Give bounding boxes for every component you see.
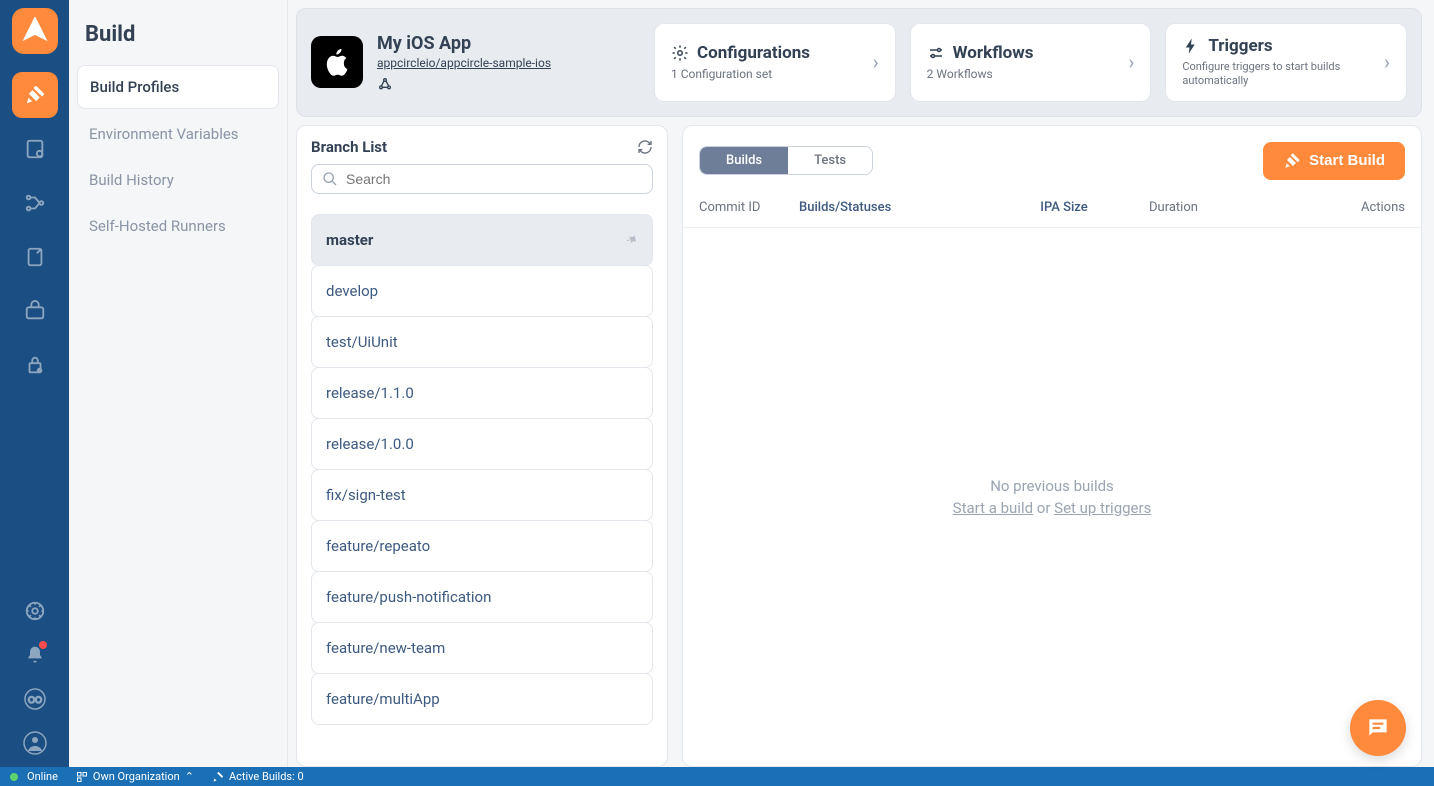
chevron-up-icon: ⌃ [185, 770, 194, 783]
sliders-icon [927, 44, 945, 62]
app-logo[interactable] [12, 8, 58, 54]
icon-rail: OO [0, 0, 69, 767]
builds-tests-toggle: Builds Tests [699, 146, 873, 175]
start-build-button[interactable]: Start Build [1263, 142, 1405, 180]
bolt-icon [1182, 37, 1200, 55]
nav-user-icon[interactable] [15, 723, 55, 763]
profile-bar: My iOS App appcircleio/appcircle-sample-… [296, 8, 1422, 117]
sidebar-item-build-history[interactable]: Build History [77, 159, 279, 201]
card-subtitle: Configure triggers to start builds autom… [1182, 60, 1384, 89]
branch-item[interactable]: fix/sign-test [311, 469, 653, 521]
branch-item[interactable]: feature/new-team [311, 622, 653, 674]
nav-org-icon[interactable]: OO [15, 679, 55, 719]
setup-triggers-link[interactable]: Set up triggers [1054, 499, 1151, 517]
card-subtitle: 1 Configuration set [671, 67, 810, 81]
app-name: My iOS App [377, 33, 551, 54]
nav-signing-icon[interactable] [12, 126, 58, 172]
status-active-builds[interactable]: Active Builds: 0 [212, 770, 304, 783]
builds-empty-state: No previous builds Start a build or Set … [683, 228, 1421, 766]
nav-store-icon[interactable] [12, 288, 58, 334]
tab-tests[interactable]: Tests [788, 147, 872, 174]
card-title: Triggers [1208, 36, 1272, 56]
branch-item[interactable]: develop [311, 265, 653, 317]
branch-item[interactable]: master [311, 214, 653, 266]
col-commit: Commit ID [699, 200, 799, 215]
sub-sidebar: Build Build Profiles Environment Variabl… [69, 0, 288, 767]
branch-search-input[interactable] [346, 171, 642, 187]
branch-item[interactable]: release/1.0.0 [311, 418, 653, 470]
branch-item[interactable]: test/UiUnit [311, 316, 653, 368]
search-icon [322, 171, 338, 187]
sidebar-item-env-vars[interactable]: Environment Variables [77, 113, 279, 155]
branch-item[interactable]: feature/push-notification [311, 571, 653, 623]
card-title: Workflows [953, 43, 1034, 63]
nav-settings-icon[interactable] [15, 591, 55, 631]
sidebar-item-self-hosted[interactable]: Self-Hosted Runners [77, 205, 279, 247]
nav-testing-icon[interactable] [12, 234, 58, 280]
status-bar: Online Own Organization ⌃ Active Builds:… [0, 767, 1434, 786]
card-triggers[interactable]: Triggers Configure triggers to start bui… [1165, 23, 1407, 102]
hammer-icon [1283, 152, 1301, 170]
card-title: Configurations [697, 43, 810, 63]
card-configurations[interactable]: Configurations 1 Configuration set › [654, 23, 896, 102]
card-subtitle: 2 Workflows [927, 67, 1034, 81]
nav-distribute-icon[interactable] [12, 180, 58, 226]
branch-list[interactable]: master develop test/UiUnit release/1.1.0… [297, 204, 667, 766]
gear-icon [671, 44, 689, 62]
online-dot-icon [10, 773, 18, 781]
branch-item[interactable]: feature/repeato [311, 520, 653, 572]
app-info: My iOS App appcircleio/appcircle-sample-… [311, 23, 640, 102]
tab-builds[interactable]: Builds [700, 147, 788, 174]
refresh-icon[interactable] [637, 139, 653, 155]
chevron-right-icon: › [873, 50, 879, 74]
builds-panel: Builds Tests Start Build Commit ID Build… [682, 125, 1422, 767]
empty-headline: No previous builds [990, 477, 1114, 495]
chevron-right-icon: › [1384, 50, 1390, 74]
branch-list-title: Branch List [311, 138, 387, 156]
chevron-right-icon: › [1128, 50, 1134, 74]
status-online[interactable]: Online [10, 770, 58, 783]
start-build-link[interactable]: Start a build [953, 499, 1033, 517]
status-org[interactable]: Own Organization ⌃ [76, 770, 194, 783]
page-title: Build [77, 14, 279, 65]
col-actions: Actions [1335, 200, 1405, 215]
builds-table-header: Commit ID Builds/Statuses IPA Size Durat… [683, 196, 1421, 228]
nav-notifications-icon[interactable] [15, 635, 55, 675]
branch-item[interactable]: feature/multiApp [311, 673, 653, 725]
branch-panel: Branch List master develop test/UiUnit r [296, 125, 668, 767]
branch-item[interactable]: release/1.1.0 [311, 367, 653, 419]
col-status: Builds/Statuses [799, 200, 979, 215]
col-ipa: IPA Size [979, 200, 1149, 215]
repo-link[interactable]: appcircleio/appcircle-sample-ios [377, 56, 551, 70]
card-workflows[interactable]: Workflows 2 Workflows › [910, 23, 1152, 102]
branch-search[interactable] [311, 164, 653, 194]
apple-icon [311, 36, 363, 88]
sidebar-item-build-profiles[interactable]: Build Profiles [77, 65, 279, 109]
webhook-icon [377, 76, 551, 92]
svg-text:OO: OO [27, 695, 41, 705]
notification-dot-icon [39, 641, 47, 649]
nav-enterprise-icon[interactable] [12, 342, 58, 388]
main-content: My iOS App appcircleio/appcircle-sample-… [288, 0, 1434, 767]
nav-build-icon[interactable] [12, 72, 58, 118]
pin-icon[interactable] [621, 230, 640, 249]
col-duration: Duration [1149, 200, 1335, 215]
chat-fab[interactable] [1350, 700, 1406, 756]
